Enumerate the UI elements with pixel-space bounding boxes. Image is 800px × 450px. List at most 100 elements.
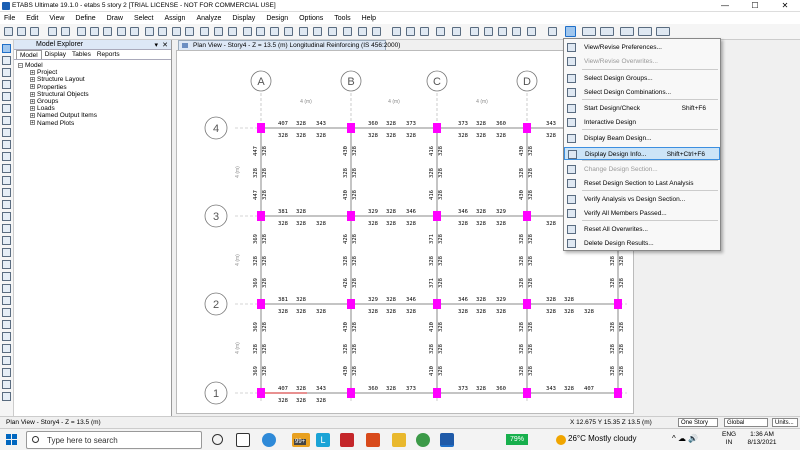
expand-icon[interactable]: + xyxy=(30,106,35,112)
toolbar-button-16[interactable] xyxy=(228,27,237,36)
toolbar-dropdown-3[interactable] xyxy=(638,27,652,36)
expand-icon[interactable]: + xyxy=(30,91,35,97)
toolbar-button-33[interactable] xyxy=(484,27,493,36)
maximize-button[interactable]: ☐ xyxy=(740,0,770,12)
toolbar-button-11[interactable] xyxy=(158,27,167,36)
left-tool-button-11[interactable] xyxy=(2,176,11,185)
toolbar-button-20[interactable] xyxy=(284,27,293,36)
menu-item-view-revise-overwrites[interactable]: View/Revise Overwrites... xyxy=(564,55,720,68)
left-tool-button-8[interactable] xyxy=(2,140,11,149)
toolbar-button-12[interactable] xyxy=(172,27,181,36)
toolbar-button-7[interactable] xyxy=(103,27,112,36)
toolbar-button-34[interactable] xyxy=(498,27,507,36)
toolbar-button-1[interactable] xyxy=(17,27,26,36)
coord-system-select[interactable]: Global xyxy=(724,418,768,427)
expand-icon[interactable]: + xyxy=(30,77,35,83)
design-dropdown-button[interactable] xyxy=(565,26,576,37)
left-tool-button-24[interactable] xyxy=(2,332,11,341)
toolbar-dropdown-0[interactable] xyxy=(582,27,596,36)
tab-reports[interactable]: Reports xyxy=(94,50,123,59)
left-tool-button-16[interactable] xyxy=(2,236,11,245)
toolbar-button-0[interactable] xyxy=(4,27,13,36)
left-tool-button-4[interactable] xyxy=(2,92,11,101)
minimize-button[interactable]: — xyxy=(710,0,740,12)
tree-item-groups[interactable]: + Groups xyxy=(18,98,167,105)
left-tool-button-12[interactable] xyxy=(2,188,11,197)
menu-item-select-design-combinations[interactable]: Select Design Combinations... xyxy=(564,86,720,99)
toolbar-button-22[interactable] xyxy=(313,27,322,36)
expand-icon[interactable]: + xyxy=(30,69,35,75)
expand-icon[interactable]: + xyxy=(30,98,35,104)
toolbar-dropdown-2[interactable] xyxy=(620,27,634,36)
expand-icon[interactable]: + xyxy=(30,120,35,126)
expand-icon[interactable]: + xyxy=(30,84,35,90)
toolbar-button-9[interactable] xyxy=(130,27,139,36)
toolbar-button-25[interactable] xyxy=(358,27,367,36)
language-indicator[interactable]: ENG IN xyxy=(722,431,736,447)
system-clock[interactable]: 1:36 AM 8/13/2021 xyxy=(742,431,782,447)
left-tool-button-3[interactable] xyxy=(2,80,11,89)
tree-item-named-plots[interactable]: + Named Plots xyxy=(18,120,167,127)
left-tool-button-0[interactable] xyxy=(2,44,11,53)
left-tool-button-21[interactable] xyxy=(2,296,11,305)
tree-item-named-output-items[interactable]: + Named Output Items xyxy=(18,112,167,119)
toolbar-button-6[interactable] xyxy=(90,27,99,36)
tab-display[interactable]: Display xyxy=(42,50,69,59)
left-tool-button-26[interactable] xyxy=(2,356,11,365)
menu-item-interactive-design[interactable]: Interactive Design xyxy=(564,116,720,129)
tree-item-properties[interactable]: + Properties xyxy=(18,84,167,91)
app-l-icon[interactable]: L xyxy=(316,433,330,447)
menu-design[interactable]: Design xyxy=(266,15,288,22)
windows-start-icon[interactable] xyxy=(6,434,18,446)
left-tool-button-9[interactable] xyxy=(2,152,11,161)
cortana-icon[interactable] xyxy=(212,434,223,445)
left-tool-button-25[interactable] xyxy=(2,344,11,353)
tree-item-structure-layout[interactable]: + Structure Layout xyxy=(18,76,167,83)
toolbar-button-37[interactable] xyxy=(548,27,557,36)
menu-item-reset-design-section-to-last-analysis[interactable]: Reset Design Section to Last Analysis xyxy=(564,177,720,190)
toolbar-button-32[interactable] xyxy=(470,27,479,36)
menu-help[interactable]: Help xyxy=(362,15,376,22)
toolbar-button-28[interactable] xyxy=(406,27,415,36)
file-explorer-icon[interactable] xyxy=(392,433,406,447)
close-icon[interactable]: ✕ xyxy=(162,41,168,49)
left-tool-button-15[interactable] xyxy=(2,224,11,233)
menu-item-verify-analysis-vs-design-section[interactable]: Verify Analysis vs Design Section... xyxy=(564,193,720,206)
left-tool-button-1[interactable] xyxy=(2,56,11,65)
toolbar-button-35[interactable] xyxy=(512,27,521,36)
mcafee-icon[interactable] xyxy=(340,433,354,447)
expand-icon[interactable]: − xyxy=(18,62,23,68)
menu-item-change-design-section[interactable]: Change Design Section... xyxy=(564,163,720,176)
taskbar-search-box[interactable]: Type here to search xyxy=(26,431,202,449)
left-tool-button-13[interactable] xyxy=(2,200,11,209)
toolbar-button-23[interactable] xyxy=(328,27,337,36)
menu-select[interactable]: Select xyxy=(134,15,153,22)
toolbar-button-19[interactable] xyxy=(270,27,279,36)
menu-item-select-design-groups[interactable]: Select Design Groups... xyxy=(564,72,720,85)
store-icon[interactable]: 99+ xyxy=(292,433,310,447)
menu-item-start-design-check[interactable]: Start Design/Check Shift+F6 xyxy=(564,102,720,115)
menu-display[interactable]: Display xyxy=(232,15,255,22)
left-tool-button-5[interactable] xyxy=(2,104,11,113)
toolbar-button-10[interactable] xyxy=(145,27,154,36)
menu-assign[interactable]: Assign xyxy=(164,15,185,22)
left-tool-button-22[interactable] xyxy=(2,308,11,317)
toolbar-button-5[interactable] xyxy=(77,27,86,36)
toolbar-button-24[interactable] xyxy=(343,27,352,36)
menu-item-delete-design-results[interactable]: Delete Design Results... xyxy=(564,237,720,250)
left-tool-button-28[interactable] xyxy=(2,380,11,389)
toolbar-button-26[interactable] xyxy=(372,27,381,36)
left-tool-button-14[interactable] xyxy=(2,212,11,221)
toolbar-button-36[interactable] xyxy=(527,27,536,36)
etabs-taskbar-icon[interactable] xyxy=(440,433,454,447)
toolbar-dropdown-4[interactable] xyxy=(656,27,670,36)
tray-icons[interactable]: ^ ☁ 🔊 xyxy=(672,434,698,443)
battery-indicator[interactable]: 79% xyxy=(506,434,528,445)
pin-icon[interactable]: ▾ xyxy=(154,41,158,49)
toolbar-button-30[interactable] xyxy=(436,27,445,36)
expand-icon[interactable]: + xyxy=(30,113,35,119)
menu-file[interactable]: File xyxy=(4,15,15,22)
left-tool-button-29[interactable] xyxy=(2,392,11,401)
toolbar-button-13[interactable] xyxy=(185,27,194,36)
left-tool-button-6[interactable] xyxy=(2,116,11,125)
